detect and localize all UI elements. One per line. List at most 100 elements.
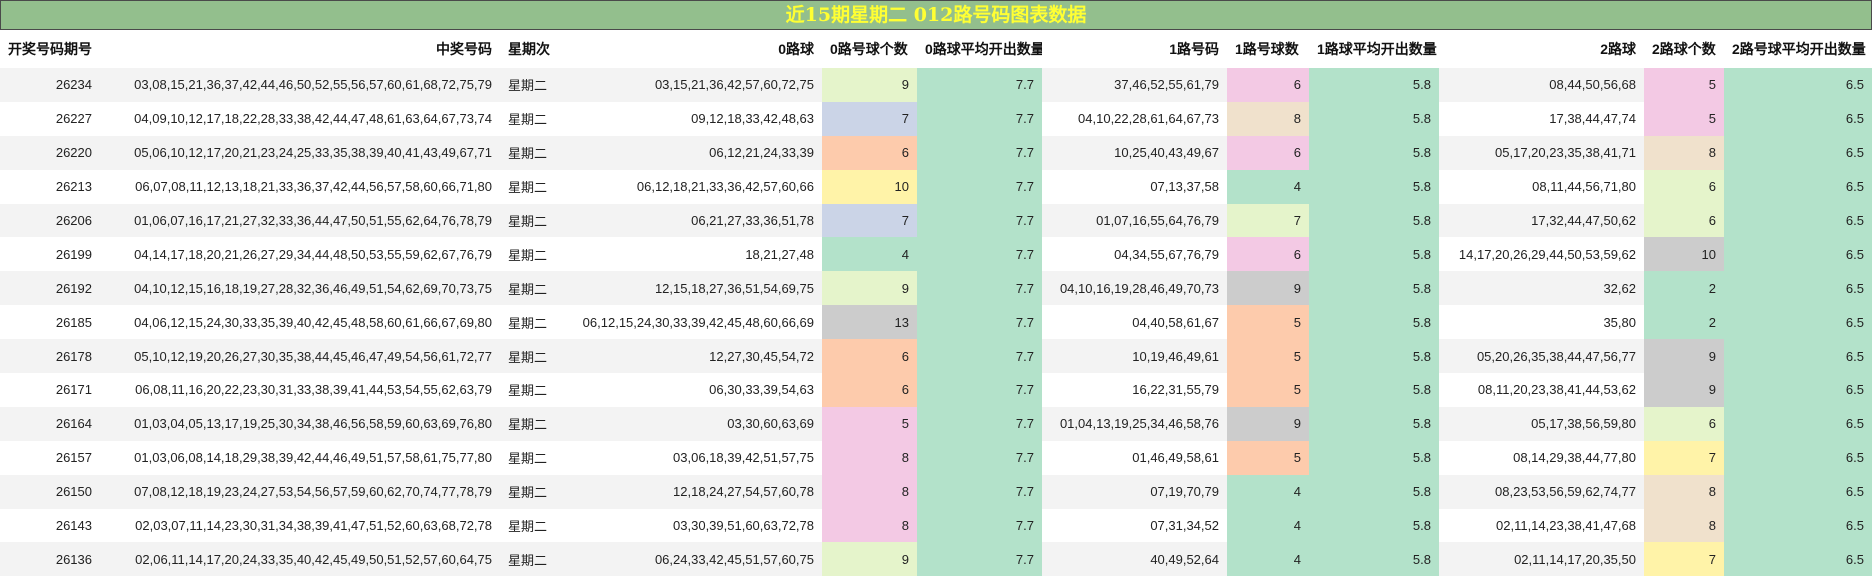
cell-route0-avg: 7.7: [917, 305, 1042, 340]
cell-route0-count: 5: [822, 406, 917, 441]
cell-route1-numbers: 37,46,52,55,61,79: [1042, 68, 1227, 102]
cell-route2-count: 8: [1644, 508, 1724, 543]
cell-weekday: 星期二: [500, 339, 562, 374]
cell-winning-numbers: 01,06,07,16,17,21,27,32,33,36,44,47,50,5…: [100, 203, 500, 238]
cell-period: 26185: [0, 305, 100, 340]
header-route0-avg: 0路球平均开出数量: [917, 30, 1042, 68]
lottery-sheet: 近15期星期二 012路号码图表数据 开奖号码期号 中奖号码 星期次 0路球 0…: [0, 0, 1872, 576]
cell-route0-numbers: 06,12,21,24,33,39: [562, 135, 822, 170]
cell-route0-count: 9: [822, 542, 917, 576]
cell-route1-count: 6: [1227, 135, 1309, 170]
header-route2: 2路球: [1439, 30, 1644, 68]
table-row: 26206 01,06,07,16,17,21,27,32,33,36,44,47…: [0, 203, 1872, 238]
cell-period: 26157: [0, 440, 100, 475]
table-row: 26143 02,03,07,11,14,23,30,31,34,38,39,41…: [0, 508, 1872, 543]
cell-route1-avg: 5.8: [1309, 508, 1439, 543]
cell-route0-count: 9: [822, 68, 917, 102]
table-row: 26178 05,10,12,19,20,26,27,30,35,38,44,45…: [0, 339, 1872, 374]
table-row: 26199 04,14,17,18,20,21,26,27,29,34,44,48…: [0, 237, 1872, 272]
cell-winning-numbers: 06,07,08,11,12,13,18,21,33,36,37,42,44,5…: [100, 169, 500, 204]
table-row: 26164 01,03,04,05,13,17,19,25,30,34,38,46…: [0, 406, 1872, 441]
cell-route2-count: 10: [1644, 237, 1724, 272]
cell-route2-count: 6: [1644, 406, 1724, 441]
cell-route2-numbers: 32,62: [1439, 271, 1644, 306]
cell-route1-count: 7: [1227, 203, 1309, 238]
cell-winning-numbers: 02,03,07,11,14,23,30,31,34,38,39,41,47,5…: [100, 508, 500, 543]
cell-route0-numbers: 03,15,21,36,42,57,60,72,75: [562, 68, 822, 102]
cell-route2-avg: 6.5: [1724, 542, 1872, 576]
cell-route2-count: 6: [1644, 203, 1724, 238]
cell-weekday: 星期二: [500, 203, 562, 238]
cell-weekday: 星期二: [500, 373, 562, 407]
cell-weekday: 星期二: [500, 440, 562, 475]
cell-route1-avg: 5.8: [1309, 169, 1439, 204]
cell-route0-avg: 7.7: [917, 440, 1042, 475]
cell-weekday: 星期二: [500, 169, 562, 204]
header-weekday: 星期次: [500, 30, 562, 68]
cell-route2-numbers: 05,17,38,56,59,80: [1439, 406, 1644, 441]
cell-route0-count: 8: [822, 440, 917, 475]
cell-route0-numbers: 03,30,39,51,60,63,72,78: [562, 508, 822, 543]
cell-route0-count: 8: [822, 508, 917, 543]
cell-route1-avg: 5.8: [1309, 440, 1439, 475]
table-row: 26136 02,06,11,14,17,20,24,33,35,40,42,45…: [0, 542, 1872, 576]
cell-winning-numbers: 03,08,15,21,36,37,42,44,46,50,52,55,56,5…: [100, 68, 500, 102]
cell-route1-avg: 5.8: [1309, 373, 1439, 407]
cell-winning-numbers: 04,14,17,18,20,21,26,27,29,34,44,48,50,5…: [100, 237, 500, 272]
cell-route2-avg: 6.5: [1724, 101, 1872, 136]
table-body: 26234 03,08,15,21,36,37,42,44,46,50,52,55…: [0, 68, 1872, 576]
cell-route1-count: 5: [1227, 339, 1309, 374]
cell-route2-avg: 6.5: [1724, 508, 1872, 543]
table-row: 26171 06,08,11,16,20,22,23,30,31,33,38,39…: [0, 373, 1872, 407]
cell-route2-avg: 6.5: [1724, 169, 1872, 204]
cell-route1-avg: 5.8: [1309, 101, 1439, 136]
cell-route1-numbers: 10,25,40,43,49,67: [1042, 135, 1227, 170]
cell-route2-count: 9: [1644, 373, 1724, 407]
cell-route2-count: 2: [1644, 271, 1724, 306]
cell-route0-avg: 7.7: [917, 68, 1042, 102]
cell-route1-count: 4: [1227, 474, 1309, 509]
cell-route2-numbers: 17,32,44,47,50,62: [1439, 203, 1644, 238]
cell-period: 26143: [0, 508, 100, 543]
cell-route0-avg: 7.7: [917, 508, 1042, 543]
cell-route1-numbers: 07,13,37,58: [1042, 169, 1227, 204]
header-route1-count: 1路号球数: [1227, 30, 1309, 68]
table-row: 26220 05,06,10,12,17,20,21,23,24,25,33,35…: [0, 135, 1872, 170]
cell-route2-avg: 6.5: [1724, 305, 1872, 340]
header-route1-avg: 1路球平均开出数量: [1309, 30, 1439, 68]
cell-route1-count: 4: [1227, 169, 1309, 204]
cell-route1-numbers: 01,46,49,58,61: [1042, 440, 1227, 475]
cell-period: 26199: [0, 237, 100, 272]
cell-route0-numbers: 12,15,18,27,36,51,54,69,75: [562, 271, 822, 306]
table-row: 26192 04,10,12,15,16,18,19,27,28,32,36,46…: [0, 271, 1872, 306]
cell-winning-numbers: 04,09,10,12,17,18,22,28,33,38,42,44,47,4…: [100, 101, 500, 136]
cell-weekday: 星期二: [500, 474, 562, 509]
cell-route0-count: 13: [822, 305, 917, 340]
cell-route2-count: 2: [1644, 305, 1724, 340]
cell-weekday: 星期二: [500, 101, 562, 136]
cell-period: 26171: [0, 373, 100, 407]
cell-route2-avg: 6.5: [1724, 271, 1872, 306]
cell-route0-avg: 7.7: [917, 542, 1042, 576]
cell-route1-avg: 5.8: [1309, 68, 1439, 102]
cell-winning-numbers: 04,10,12,15,16,18,19,27,28,32,36,46,49,5…: [100, 271, 500, 306]
table-row: 26185 04,06,12,15,24,30,33,35,39,40,42,45…: [0, 305, 1872, 340]
cell-winning-numbers: 05,10,12,19,20,26,27,30,35,38,44,45,46,4…: [100, 339, 500, 374]
cell-route0-numbers: 12,18,24,27,54,57,60,78: [562, 474, 822, 509]
cell-weekday: 星期二: [500, 68, 562, 102]
cell-route0-numbers: 06,12,15,24,30,33,39,42,45,48,60,66,69: [562, 305, 822, 340]
cell-route2-count: 6: [1644, 169, 1724, 204]
cell-route0-avg: 7.7: [917, 237, 1042, 272]
cell-route2-count: 5: [1644, 68, 1724, 102]
cell-period: 26192: [0, 271, 100, 306]
cell-route1-avg: 5.8: [1309, 406, 1439, 441]
cell-route0-count: 6: [822, 339, 917, 374]
cell-route1-avg: 5.8: [1309, 237, 1439, 272]
cell-route2-avg: 6.5: [1724, 237, 1872, 272]
cell-route1-numbers: 01,04,13,19,25,34,46,58,76: [1042, 406, 1227, 441]
cell-route1-count: 9: [1227, 406, 1309, 441]
header-route2-avg: 2路号球平均开出数量: [1724, 30, 1872, 68]
header-numbers: 中奖号码: [100, 30, 500, 68]
cell-winning-numbers: 07,08,12,18,19,23,24,27,53,54,56,57,59,6…: [100, 474, 500, 509]
cell-route1-avg: 5.8: [1309, 305, 1439, 340]
